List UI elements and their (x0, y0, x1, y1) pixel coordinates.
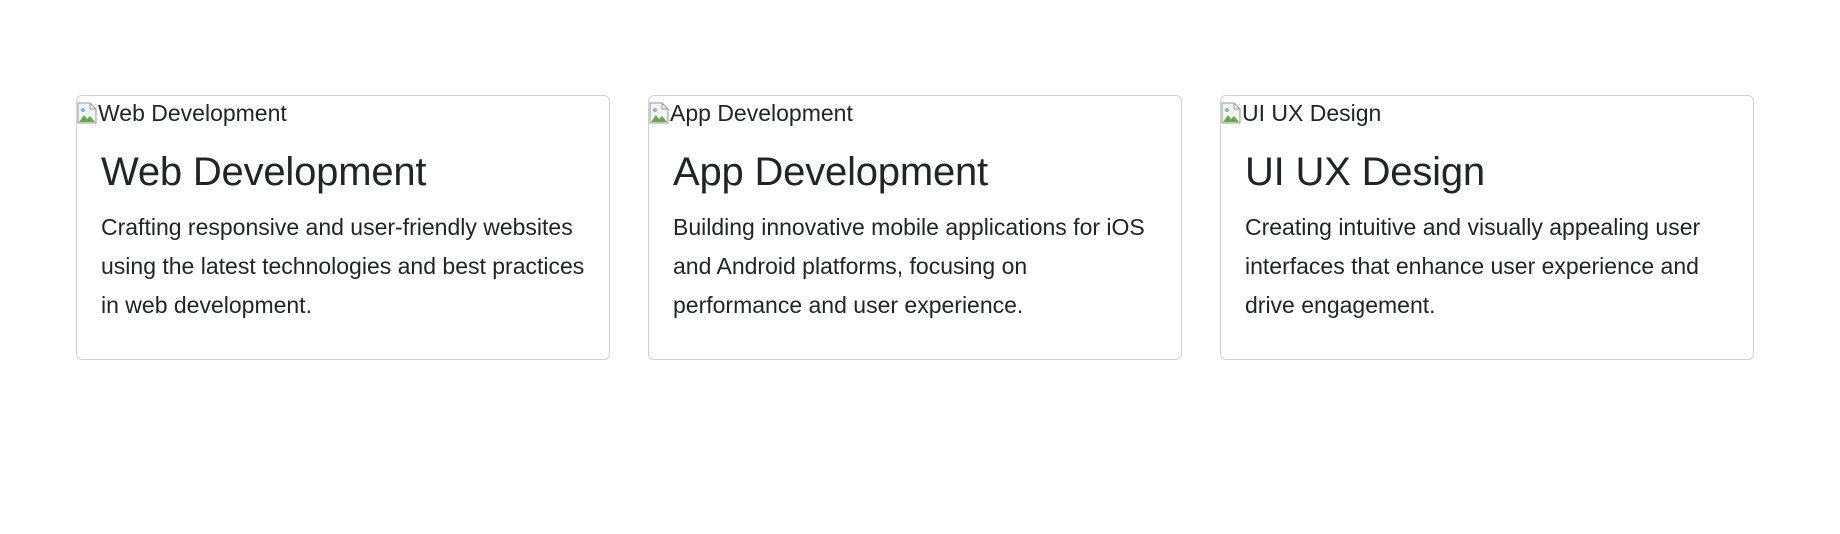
card-web-development: Web Development Web Development Crafting… (76, 95, 610, 360)
broken-image-icon (1221, 102, 1241, 124)
card-title: UI UX Design (1245, 150, 1485, 194)
card-image-alt-text: App Development (670, 99, 853, 126)
card-body: App Development Building innovative mobi… (649, 128, 1181, 325)
card-title: Web Development (101, 150, 427, 194)
card-image-placeholder: App Development (649, 96, 1181, 128)
card-image-placeholder: Web Development (77, 96, 609, 128)
card-body: UI UX Design Creating intuitive and visu… (1221, 128, 1753, 325)
services-cards-row: Web Development Web Development Crafting… (76, 95, 1754, 360)
card-image-alt-text: Web Development (98, 99, 287, 126)
card-image-placeholder: UI UX Design (1221, 96, 1753, 128)
card-title: App Development (673, 150, 988, 194)
card-app-development: App Development App Development Building… (648, 95, 1182, 360)
card-text: Building innovative mobile applications … (673, 214, 1145, 318)
card-image-alt-text: UI UX Design (1242, 99, 1382, 126)
card-ui-ux-design: UI UX Design UI UX Design Creating intui… (1220, 95, 1754, 360)
card-text: Crafting responsive and user-friendly we… (101, 214, 585, 318)
card-body: Web Development Crafting responsive and … (77, 128, 609, 325)
broken-image-icon (649, 102, 669, 124)
card-text: Creating intuitive and visually appealin… (1245, 214, 1701, 318)
broken-image-icon (77, 102, 97, 124)
